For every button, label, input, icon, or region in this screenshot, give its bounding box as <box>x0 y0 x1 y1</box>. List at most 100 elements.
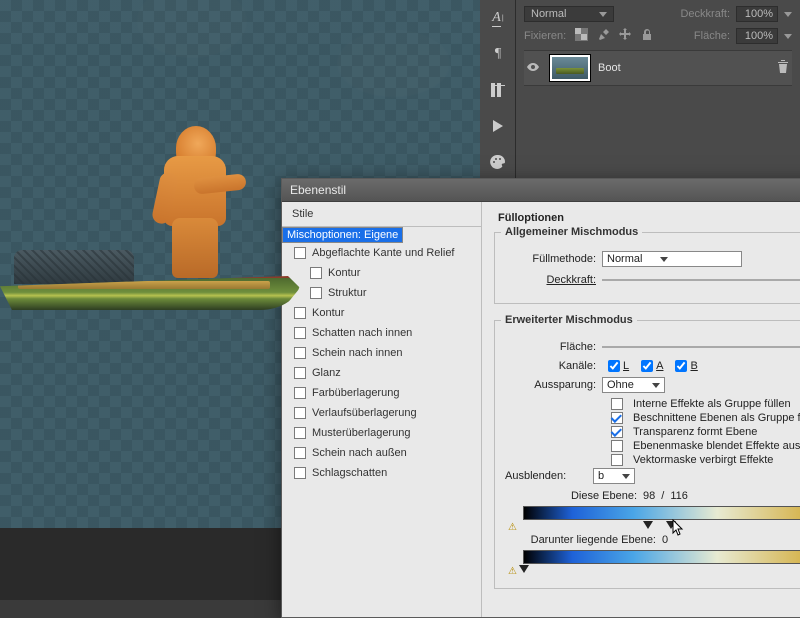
blend-if-section: Ausblenden: b Diese Ebene: 98 / 116 255 <box>505 468 800 564</box>
style-item[interactable]: Schatten nach innen <box>282 323 481 343</box>
style-item[interactable]: Schein nach außen <box>282 443 481 463</box>
lock-move-icon[interactable] <box>619 28 632 41</box>
layer-lock-label: Fixieren: <box>524 30 566 42</box>
option-label: Ebenenmaske blendet Effekte aus <box>633 440 800 452</box>
layer-opacity-label: Deckkraft: <box>680 8 730 20</box>
style-label: Schein nach innen <box>312 347 403 359</box>
layer-style-dialog: Ebenenstil Stile Mischoptionen: Eigene Ab… <box>281 178 800 618</box>
style-checkbox[interactable] <box>310 287 322 299</box>
lock-all-icon[interactable] <box>641 28 654 41</box>
layer-name[interactable]: Boot <box>598 62 621 74</box>
style-item[interactable]: Kontur <box>282 263 481 283</box>
style-label: Verlaufsüberlagerung <box>312 407 417 419</box>
chevron-down-icon[interactable] <box>784 12 792 17</box>
text-a-icon[interactable]: A| <box>480 0 516 36</box>
opacity-slider[interactable] <box>602 273 800 287</box>
opacity-label: Deckkraft: <box>501 274 596 286</box>
paragraph-icon[interactable]: ¶ <box>480 36 516 72</box>
visibility-eye-icon[interactable] <box>526 60 542 76</box>
option-label: Interne Effekte als Gruppe füllen <box>633 398 791 410</box>
style-label: Farbüberlagerung <box>312 387 399 399</box>
style-item[interactable]: Abgeflachte Kante und Relief <box>282 243 481 263</box>
option-label: Beschnittene Ebenen als Gruppe f <box>633 412 800 424</box>
chevron-down-icon[interactable] <box>784 34 792 39</box>
style-label: Mischoptionen: Eigene <box>287 229 398 241</box>
this-layer-low2: 116 <box>670 490 688 502</box>
under-layer-low: 0 <box>662 534 668 546</box>
layer-row[interactable]: Boot <box>524 50 792 86</box>
style-label: Kontur <box>328 267 360 279</box>
style-label: Abgeflachte Kante und Relief <box>312 247 455 259</box>
lock-brush-icon[interactable] <box>597 28 610 41</box>
layer-fill-value[interactable]: 100% <box>736 28 778 44</box>
style-item[interactable]: Schein nach innen <box>282 343 481 363</box>
style-item[interactable]: Mischoptionen: Eigene <box>282 227 403 243</box>
fill-opacity-slider[interactable] <box>602 340 800 354</box>
fill-opacity-label: Fläche: <box>501 341 596 353</box>
advanced-blend-legend: Erweiterter Mischmodus <box>501 314 637 326</box>
layer-thumbnail[interactable] <box>550 55 590 81</box>
style-checkbox[interactable] <box>294 387 306 399</box>
style-item[interactable]: Farbüberlagerung <box>282 383 481 403</box>
lock-transparency-icon[interactable] <box>575 28 588 41</box>
style-item[interactable]: Verlaufsüberlagerung <box>282 403 481 423</box>
layer-opacity-value[interactable]: 100% <box>736 6 778 22</box>
option-checkbox[interactable] <box>611 412 623 424</box>
lock-icons <box>572 28 657 44</box>
slider-shadow-b[interactable] <box>666 521 676 529</box>
style-checkbox[interactable] <box>294 467 306 479</box>
style-checkbox[interactable] <box>294 447 306 459</box>
style-item[interactable]: Struktur <box>282 283 481 303</box>
this-layer-gradient[interactable] <box>523 506 800 520</box>
style-item[interactable]: Musterüberlagerung <box>282 423 481 443</box>
fill-options-title: Fülloptionen <box>498 212 800 224</box>
blend-mode-label: Füllmethode: <box>501 253 596 265</box>
option-checkbox[interactable] <box>611 454 623 466</box>
style-checkbox[interactable] <box>294 427 306 439</box>
knockout-select[interactable]: Ohne <box>602 377 665 393</box>
general-blend-legend: Allgemeiner Mischmodus <box>501 226 642 238</box>
channel-l[interactable]: L <box>608 360 629 372</box>
general-blend-group: Allgemeiner Mischmodus Füllmethode: Norm… <box>494 226 800 304</box>
slider-shadow[interactable] <box>519 565 529 573</box>
style-label: Struktur <box>328 287 367 299</box>
blendif-channel-select[interactable]: b <box>593 468 635 484</box>
measure-icon[interactable] <box>480 72 516 108</box>
this-layer-label: Diese Ebene: <box>505 490 637 502</box>
style-checkbox[interactable] <box>294 347 306 359</box>
style-label: Musterüberlagerung <box>312 427 410 439</box>
option-checkbox[interactable] <box>611 440 623 452</box>
blend-mode-select[interactable]: Normal <box>602 251 742 267</box>
dialog-title[interactable]: Ebenenstil <box>282 179 800 202</box>
under-layer-gradient[interactable] <box>523 550 800 564</box>
trash-icon[interactable] <box>776 60 790 77</box>
style-item[interactable]: Glanz <box>282 363 481 383</box>
palette-icon[interactable] <box>480 144 516 180</box>
style-checkbox[interactable] <box>294 327 306 339</box>
under-layer-label: Darunter liegende Ebene: <box>505 534 656 546</box>
option-label: Vektormaske verbirgt Effekte <box>633 454 773 466</box>
channel-b[interactable]: B <box>675 360 697 372</box>
style-label: Schlagschatten <box>312 467 387 479</box>
style-item[interactable]: Kontur <box>282 303 481 323</box>
channel-a[interactable]: A <box>641 360 663 372</box>
play-icon[interactable] <box>480 108 516 144</box>
channels-label: Kanäle: <box>501 360 596 372</box>
style-label: Kontur <box>312 307 344 319</box>
fisherman-figure <box>150 126 240 296</box>
style-checkbox[interactable] <box>294 367 306 379</box>
layer-blendmode-select[interactable]: Normal <box>524 6 614 22</box>
style-item[interactable]: Schlagschatten <box>282 463 481 483</box>
style-checkbox[interactable] <box>294 407 306 419</box>
option-checkbox[interactable] <box>611 398 623 410</box>
option-checkbox[interactable] <box>611 426 623 438</box>
warn-icon <box>508 521 520 531</box>
layer-fill-label: Fläche: <box>694 30 730 42</box>
slider-shadow-a[interactable] <box>643 521 653 529</box>
styles-header: Stile <box>282 202 481 227</box>
style-checkbox[interactable] <box>310 267 322 279</box>
option-label: Transparenz formt Ebene <box>633 426 757 438</box>
blendif-label: Ausblenden: <box>505 470 585 482</box>
style-label: Glanz <box>312 367 341 379</box>
layers-panel: Normal Deckkraft: 100% Fixieren: Fläche:… <box>516 0 800 180</box>
